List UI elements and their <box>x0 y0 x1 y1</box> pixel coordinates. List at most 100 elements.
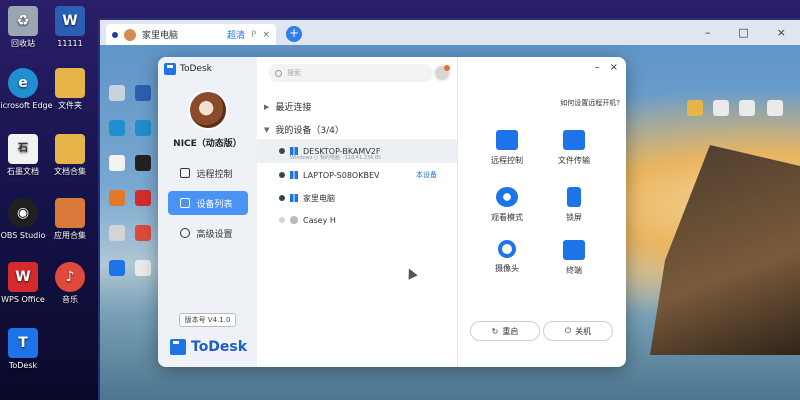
gear-icon <box>179 228 190 238</box>
desktop-icon-music[interactable]: ♪ 音乐 <box>35 262 105 305</box>
minimize-icon[interactable]: – <box>595 62 600 73</box>
notification-dot <box>444 65 450 71</box>
chevron-right-icon: ▶ <box>264 102 270 111</box>
remote-desktop-icon[interactable] <box>104 190 130 208</box>
recycle-bin-icon <box>109 85 125 101</box>
remote-desktop-icon[interactable] <box>762 100 788 118</box>
app-icon <box>109 190 125 206</box>
terminal-icon <box>563 240 585 260</box>
remote-desktop-icon[interactable] <box>130 120 156 138</box>
shutdown-button[interactable]: ⏻ 关机 <box>543 321 613 341</box>
avatar <box>124 28 136 41</box>
nav-device-list[interactable]: 设备列表 <box>167 191 248 215</box>
add-tab-button[interactable]: + <box>286 26 302 42</box>
monitor-icon <box>179 168 190 178</box>
todesk-icon: T <box>8 328 38 358</box>
action-file-transfer[interactable]: 文件传输 <box>544 130 604 166</box>
remote-control-icon <box>496 130 518 150</box>
device-row[interactable]: LAPTOP-S08OKBEV 本设备 <box>257 164 457 186</box>
quality-selector[interactable]: 超清 <box>227 28 245 41</box>
chevron-down-icon: ▼ <box>264 125 270 134</box>
todesk-logo-icon <box>170 339 186 355</box>
app-icon <box>135 260 151 276</box>
desktop-icon-todesk[interactable]: T ToDesk <box>0 328 58 371</box>
nav-advanced-settings[interactable]: 高级设置 <box>168 221 248 245</box>
recycle-bin-icon: ♻ <box>8 6 38 36</box>
p-label: P <box>251 29 257 40</box>
desktop-icon-doc-collection[interactable]: 文档合集 <box>35 134 105 177</box>
obs-icon: ◉ <box>8 198 38 228</box>
maximize-icon[interactable]: □ <box>738 26 748 39</box>
remote-tab-home-pc[interactable]: 家里电脑 超清 P × <box>106 24 276 45</box>
action-camera[interactable]: 摄像头 <box>477 240 537 274</box>
remote-desktop-icon[interactable] <box>104 85 130 103</box>
device-list-panel: 搜索 ▶ 最近连接 ▼ 我的设备（3/4） DESKTOP-BKAMV2F Wi… <box>257 57 458 367</box>
desktop-icon-app-collection[interactable]: 应用合集 <box>35 198 105 241</box>
remote-desktop-icon[interactable] <box>104 155 130 173</box>
app-icon <box>109 225 125 241</box>
windows-icon <box>290 171 298 179</box>
device-row[interactable]: 家里电脑 <box>257 187 457 209</box>
file-transfer-icon <box>563 130 585 150</box>
close-icon[interactable]: × <box>777 26 786 39</box>
remote-desktop-icon[interactable] <box>130 155 156 173</box>
wps-icon: W <box>8 262 38 292</box>
desktop-icon-folder[interactable]: 文件夹 <box>35 68 105 111</box>
this-device-badge: 本设备 <box>416 171 437 179</box>
status-dot <box>112 31 118 38</box>
remote-desktop-icon[interactable] <box>682 100 708 118</box>
remote-desktop-icon[interactable] <box>104 120 130 138</box>
remote-tabbar: 家里电脑 超清 P × + – □ × <box>100 20 800 45</box>
device-row[interactable]: DESKTOP-BKAMV2F Windows ○ 我的电脑 · 118.41.… <box>257 139 457 163</box>
nav-remote-control[interactable]: 远程控制 <box>168 161 248 185</box>
offline-status-dot <box>279 217 285 223</box>
edge-icon: e <box>8 68 38 98</box>
action-remote-control[interactable]: 远程控制 <box>477 130 537 166</box>
remote-desktop-icon[interactable] <box>708 100 734 118</box>
online-status-dot <box>279 172 285 178</box>
remote-desktop-icon[interactable] <box>130 85 156 103</box>
remote-desktop-icon[interactable] <box>130 225 156 243</box>
action-view-mode[interactable]: 观看模式 <box>477 187 537 223</box>
todesk-nav: 远程控制 设备列表 高级设置 <box>158 161 257 245</box>
wallpaper-rock <box>650 145 800 355</box>
app-icon <box>135 190 151 206</box>
todesk-sidebar: ToDesk NICE（动态版） 远程控制 设备列表 高级设置 版本号 V4.1… <box>158 57 257 367</box>
close-icon[interactable]: × <box>610 62 618 73</box>
word-doc-icon <box>135 85 151 101</box>
remote-desktop-icon[interactable] <box>130 260 156 278</box>
minimize-icon[interactable]: – <box>705 26 711 39</box>
restart-button[interactable]: ↻ 重启 <box>470 321 540 341</box>
lock-icon <box>567 187 581 207</box>
remote-boot-help-link[interactable]: 如何设置远程开机? <box>560 98 620 108</box>
window-controls: – □ × <box>705 26 800 39</box>
folder-icon <box>687 100 703 116</box>
desktop-icon-11111[interactable]: W 11111 <box>35 6 105 49</box>
remote-desktop-icon[interactable] <box>130 190 156 208</box>
windows-icon <box>290 194 298 202</box>
todesk-window-controls: – × <box>595 62 618 73</box>
camera-icon <box>498 240 516 258</box>
action-terminal[interactable]: 终端 <box>544 240 604 276</box>
todesk-brand-large: ToDesk <box>170 339 247 355</box>
folder-icon <box>55 134 85 164</box>
profile-avatar[interactable] <box>433 64 451 82</box>
search-input[interactable]: 搜索 <box>268 64 433 82</box>
device-sub-info: Windows ○ 我的电脑 · 118.41.236.85 <box>290 155 382 161</box>
group-my-devices[interactable]: ▼ 我的设备（3/4） <box>264 123 344 137</box>
remote-desktop-icon[interactable] <box>104 225 130 243</box>
todesk-window: ToDesk NICE（动态版） 远程控制 设备列表 高级设置 版本号 V4.1… <box>158 57 626 367</box>
group-recent[interactable]: ▶ 最近连接 <box>264 100 311 114</box>
file-icon <box>739 100 755 116</box>
remote-desktop-icon[interactable] <box>734 100 760 118</box>
close-tab-icon[interactable]: × <box>262 30 270 40</box>
file-icon <box>713 100 729 116</box>
online-status-dot <box>279 195 285 201</box>
remote-desktop-icon[interactable] <box>104 260 130 278</box>
device-row[interactable]: Casey H <box>257 209 457 231</box>
action-lock-screen[interactable]: 锁屏 <box>544 187 604 223</box>
avatar[interactable] <box>187 90 228 130</box>
todesk-icon <box>109 260 125 276</box>
shimo-icon: 石 <box>8 134 38 164</box>
music-icon <box>135 225 151 241</box>
